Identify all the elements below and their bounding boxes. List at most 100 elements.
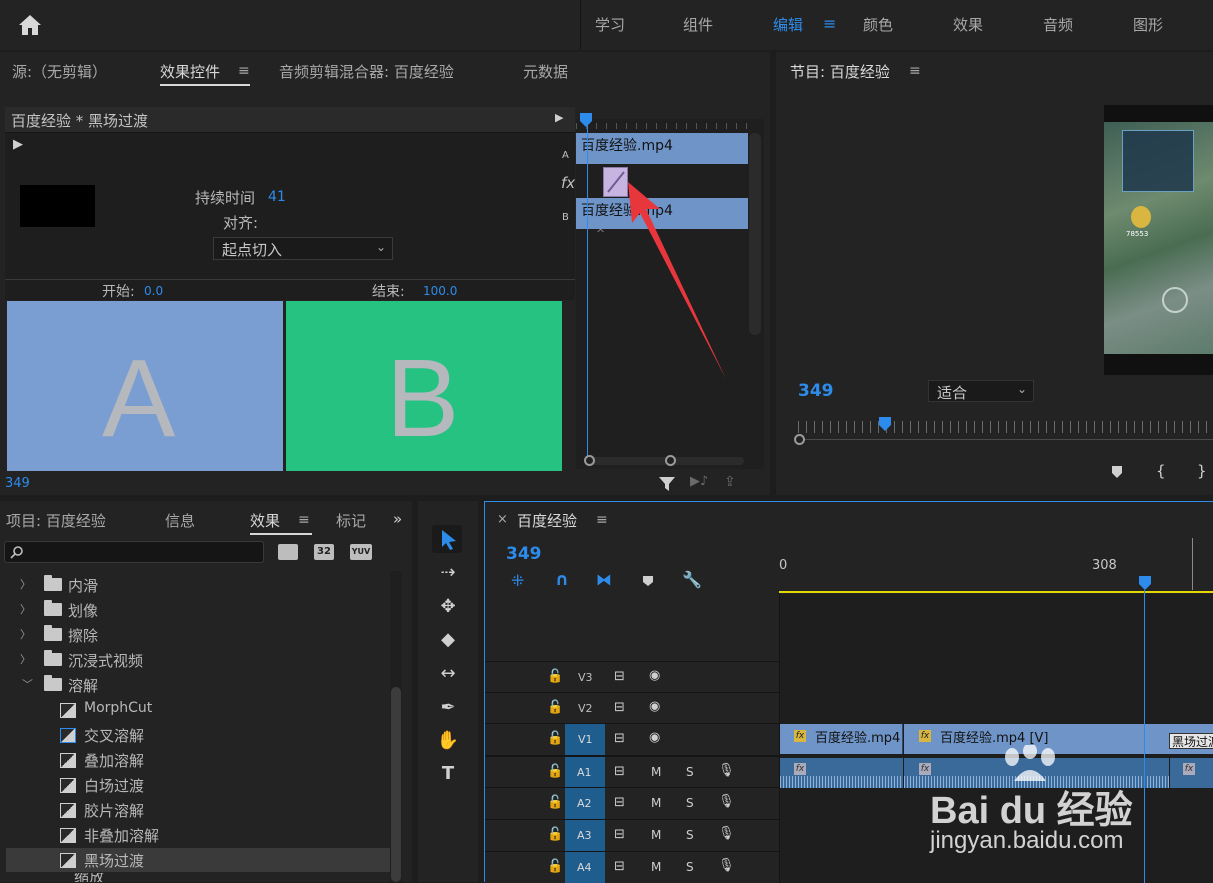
sync-lock-icon[interactable]: ⊟ [614, 700, 625, 715]
solo-button[interactable]: S [686, 765, 694, 779]
eye-icon[interactable]: ◉ [649, 668, 660, 683]
effect-cross-dissolve[interactable]: 交叉溶解 [6, 723, 390, 747]
mark-in-icon[interactable]: { [1156, 462, 1166, 480]
expand-arrow-icon[interactable]: ▶ [555, 111, 563, 124]
track-select-tool-icon[interactable]: ⇢ [436, 562, 460, 586]
linked-selection-icon[interactable]: ⧓ [596, 570, 612, 589]
effect-film-dissolve[interactable]: 胶片溶解 [6, 798, 390, 822]
mute-button[interactable]: M [651, 796, 661, 810]
tab-effects[interactable]: 效果 [250, 510, 280, 531]
sync-lock-icon[interactable]: ⊟ [614, 731, 625, 746]
microphone-icon[interactable]: 🎙 [718, 858, 735, 873]
track-v2-label[interactable]: V2 [578, 702, 593, 715]
accelerated-effects-icon[interactable] [278, 544, 298, 560]
folder-dissolve[interactable]: 〉溶解 [6, 673, 390, 697]
align-dropdown[interactable]: 起点切入 ⌄ [213, 237, 393, 260]
effects-search-input[interactable] [4, 541, 264, 563]
duration-value[interactable]: 41 [268, 189, 286, 205]
timeline-title[interactable]: 百度经验 [517, 510, 577, 531]
workspace-menu-icon[interactable]: ≡ [823, 14, 836, 33]
tab-audio-clip-mixer[interactable]: 音频剪辑混合器: 百度经验 [279, 61, 454, 82]
v1-clip-1[interactable]: fx 百度经验.mp4 [780, 724, 903, 754]
workspace-tab-effects[interactable]: 效果 [953, 14, 983, 35]
eye-icon[interactable]: ◉ [649, 699, 660, 714]
export-icon[interactable]: ⇪ [724, 474, 736, 490]
program-zoom-handle[interactable] [794, 434, 805, 445]
tab-effect-controls[interactable]: 效果控件 [160, 61, 220, 82]
razor-tool-icon[interactable]: ◆ [436, 629, 460, 653]
solo-button[interactable]: S [686, 796, 694, 810]
microphone-icon[interactable]: 🎙 [718, 794, 735, 809]
effect-controls-timecode[interactable]: 349 [5, 476, 30, 491]
mute-button[interactable]: M [651, 860, 661, 874]
close-icon[interactable]: × [497, 512, 508, 527]
type-tool-icon[interactable]: T [436, 763, 460, 787]
lock-icon[interactable]: 🔓 [547, 669, 563, 684]
mini-clip-a[interactable]: 百度经验.mp4 [576, 133, 748, 164]
tab-markers[interactable]: 标记 [336, 510, 366, 531]
lock-icon[interactable]: 🔓 [547, 827, 563, 842]
panel-menu-icon[interactable]: ≡ [238, 63, 250, 79]
a1-clip-1[interactable]: fx [780, 758, 903, 788]
hand-tool-icon[interactable]: ✋ [436, 730, 460, 754]
pen-tool-icon[interactable]: ✒ [436, 697, 460, 721]
wrench-icon[interactable]: 🔧 [682, 570, 702, 589]
sync-lock-icon[interactable]: ⊟ [614, 764, 625, 779]
32bit-effects-icon[interactable]: 32 [314, 544, 334, 560]
timeline-marker-icon[interactable] [642, 575, 654, 587]
lock-icon[interactable]: 🔓 [547, 795, 563, 810]
folder-zoom-partial[interactable]: 缩放 [6, 873, 390, 882]
nest-sequence-icon[interactable]: ⁜ [511, 571, 524, 590]
mute-button[interactable]: M [651, 765, 661, 779]
tab-info[interactable]: 信息 [165, 510, 195, 531]
workspace-tab-audio[interactable]: 音频 [1043, 14, 1073, 35]
program-timecode[interactable]: 349 [798, 381, 834, 401]
mini-h-scrollbar[interactable] [584, 457, 744, 465]
track-v3-label[interactable]: V3 [578, 671, 593, 684]
tab-source[interactable]: 源:（无剪辑） [12, 61, 107, 82]
yuv-effects-icon[interactable]: YUV [350, 544, 372, 560]
lock-icon[interactable]: 🔓 [547, 700, 563, 715]
work-area-bar[interactable] [779, 591, 1213, 593]
start-value[interactable]: 0.0 [144, 284, 163, 298]
track-a4-label[interactable]: A4 [577, 861, 592, 874]
mute-button[interactable]: M [651, 828, 661, 842]
workspace-tab-assembly[interactable]: 组件 [683, 14, 713, 35]
more-tabs-icon[interactable]: » [393, 510, 402, 528]
folder-immersive-video[interactable]: 〉沉浸式视频 [6, 648, 390, 672]
play-transition-icon[interactable]: ▶ [13, 137, 23, 152]
snap-icon[interactable]: ∩ [555, 570, 569, 590]
eye-icon[interactable]: ◉ [649, 730, 660, 745]
track-a2-label[interactable]: A2 [577, 797, 592, 810]
tab-project[interactable]: 项目: 百度经验 [6, 510, 106, 531]
lock-icon[interactable]: 🔓 [547, 859, 563, 874]
folder-push[interactable]: 〉内滑 [6, 573, 390, 597]
ripple-edit-tool-icon[interactable]: ✥ [436, 596, 460, 620]
zoom-handle-right[interactable] [665, 455, 676, 466]
selection-tool-icon[interactable] [440, 529, 458, 551]
sync-lock-icon[interactable]: ⊟ [614, 827, 625, 842]
track-a1-label[interactable]: A1 [577, 766, 592, 779]
timeline-playhead-icon[interactable] [1138, 575, 1152, 591]
workspace-tab-graphics[interactable]: 图形 [1133, 14, 1163, 35]
track-v1-label[interactable]: V1 [578, 733, 593, 746]
timeline-timecode[interactable]: 349 [506, 544, 542, 564]
end-value[interactable]: 100.0 [423, 284, 457, 298]
solo-button[interactable]: S [686, 860, 694, 874]
play-audio-icon[interactable]: ▶♪ [690, 474, 708, 489]
folder-wipe[interactable]: 〉擦除 [6, 623, 390, 647]
workspace-tab-learn[interactable]: 学习 [595, 14, 625, 35]
timeline-menu-icon[interactable]: ≡ [596, 512, 608, 528]
effect-additive-dissolve[interactable]: 叠加溶解 [6, 748, 390, 772]
slip-tool-icon[interactable]: ↔ [436, 663, 460, 687]
fit-dropdown[interactable]: 适合 ⌄ [928, 380, 1034, 402]
program-menu-icon[interactable]: ≡ [909, 63, 921, 79]
add-marker-icon[interactable] [1110, 465, 1124, 479]
playhead-marker-icon[interactable] [579, 112, 593, 128]
microphone-icon[interactable]: 🎙 [718, 763, 735, 778]
program-playhead-icon[interactable] [878, 416, 892, 432]
mark-out-icon[interactable]: } [1197, 462, 1207, 480]
sync-lock-icon[interactable]: ⊟ [614, 795, 625, 810]
zoom-handle-left[interactable] [584, 455, 595, 466]
sync-lock-icon[interactable]: ⊟ [614, 859, 625, 874]
